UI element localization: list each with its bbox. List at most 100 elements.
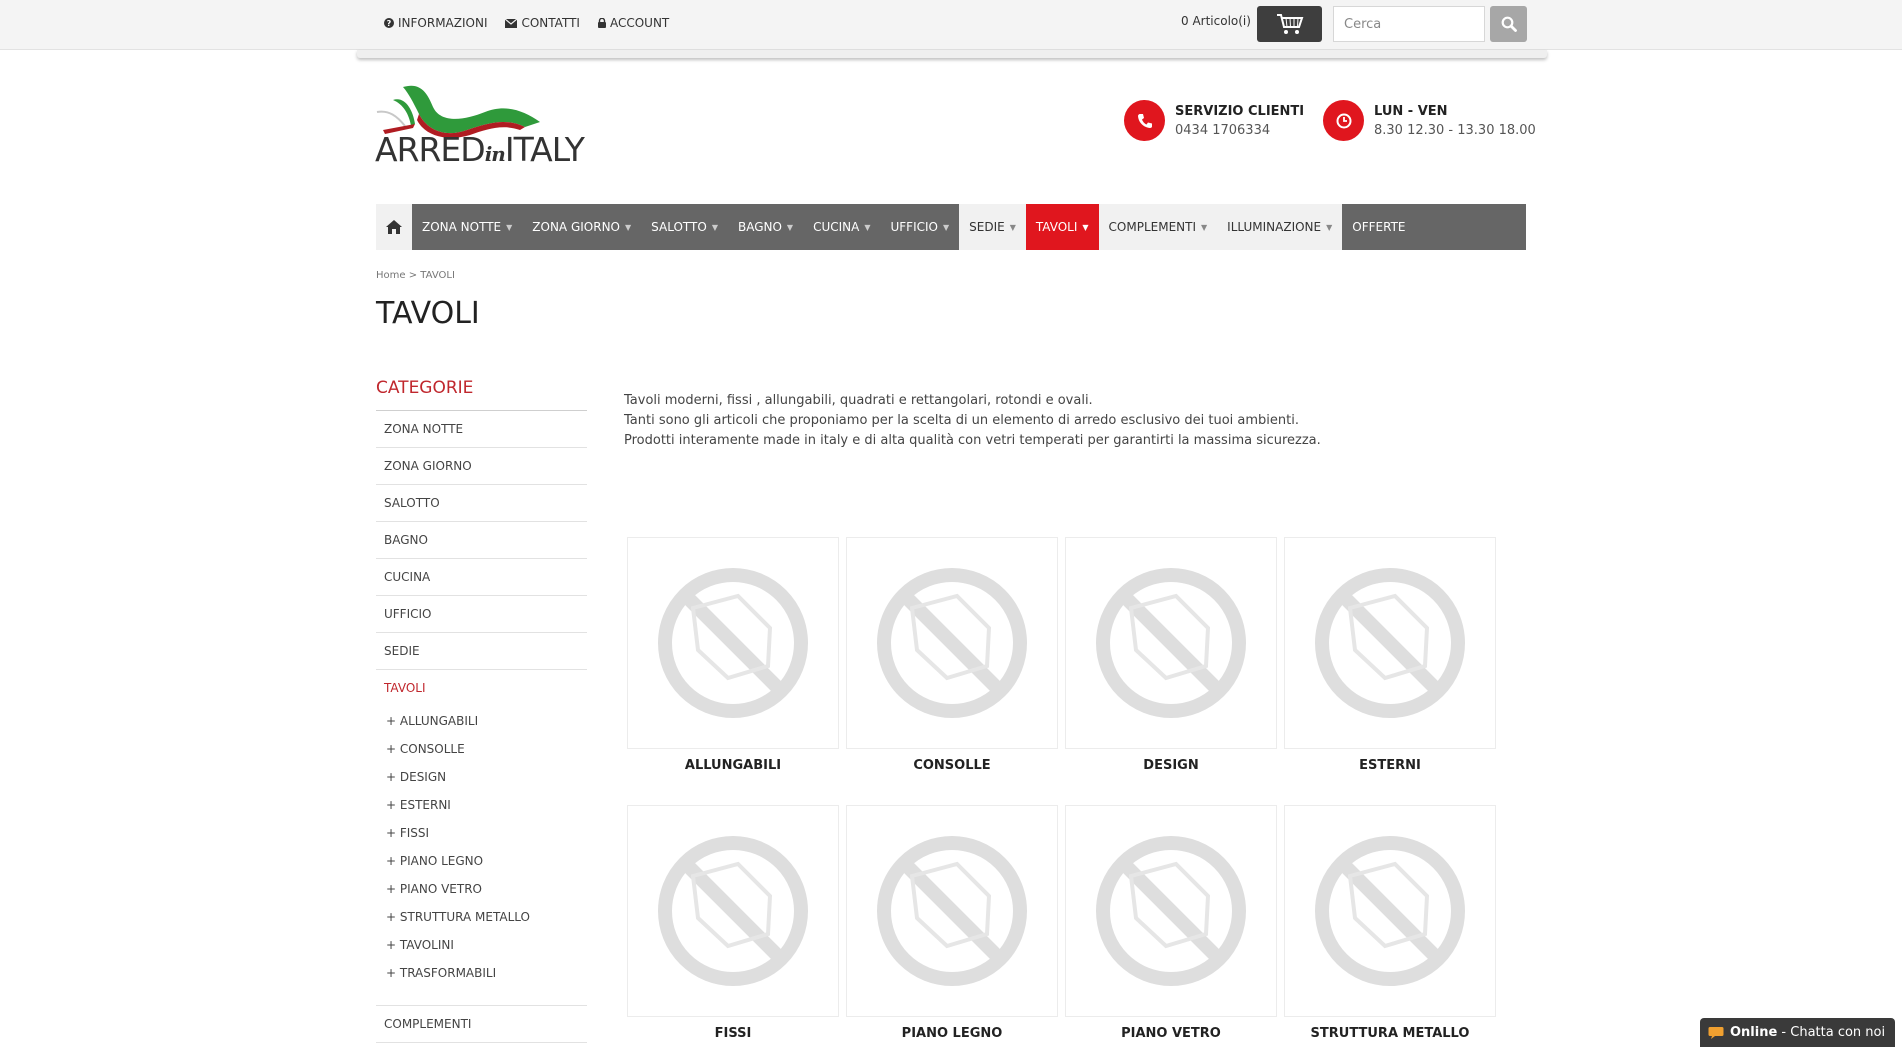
sidebar-subitem-fissi[interactable]: + FISSI [376, 819, 587, 847]
subcategory-card[interactable]: PIANO VETRO [1065, 805, 1277, 1047]
chevron-down-icon: ▼ [1009, 222, 1016, 232]
subcategory-card[interactable]: ESTERNI [1284, 537, 1496, 783]
chevron-down-icon: ▼ [711, 222, 718, 232]
nav-bagno[interactable]: BAGNO ▼ [727, 204, 804, 250]
chat-status: Online [1730, 1025, 1778, 1040]
subcategory-card[interactable]: STRUTTURA METALLO [1284, 805, 1496, 1047]
sidebar-item-cucina[interactable]: CUCINA [376, 559, 587, 596]
sidebar-item-ufficio[interactable]: UFFICIO [376, 596, 587, 633]
sidebar-subitem-piano-vetro[interactable]: + PIANO VETRO [376, 875, 587, 903]
home-icon [386, 220, 402, 234]
clock-icon [1323, 100, 1364, 141]
no-image-placeholder-icon[interactable] [1284, 537, 1496, 749]
nav-salotto[interactable]: SALOTTO ▼ [641, 204, 728, 250]
nav-zona-notte[interactable]: ZONA NOTTE ▼ [412, 204, 523, 250]
chevron-down-icon: ▼ [1326, 222, 1333, 232]
live-chat-widget[interactable]: Online - Chatta con noi [1700, 1018, 1895, 1047]
nav-illuminazione[interactable]: ILLUMINAZIONE ▼ [1217, 204, 1343, 250]
sidebar-subitem-design[interactable]: + DESIGN [376, 763, 587, 791]
nav-complementi[interactable]: COMPLEMENTI ▼ [1098, 204, 1218, 250]
description-line: Prodotti interamente made in italy e di … [624, 433, 1321, 448]
shopping-cart-icon [1276, 13, 1304, 35]
info-link[interactable]: ? INFORMAZIONI [384, 16, 487, 30]
service-phone: 0434 1706334 [1175, 122, 1271, 138]
no-image-placeholder-icon[interactable] [627, 805, 839, 1017]
sidebar-title: CATEGORIE [376, 378, 587, 411]
no-image-placeholder-icon[interactable] [846, 805, 1058, 1017]
top-bar [0, 0, 1902, 50]
chevron-down-icon: ▼ [625, 222, 632, 232]
hours-title: LUN - VEN [1374, 103, 1448, 119]
chevron-down-icon: ▼ [864, 222, 871, 232]
nav-home[interactable] [376, 204, 412, 250]
description-line: Tanti sono gli articoli che proponiamo p… [624, 413, 1299, 428]
subcategory-card[interactable]: CONSOLLE [846, 537, 1058, 783]
no-image-placeholder-icon[interactable] [846, 537, 1058, 749]
description-line: Tavoli moderni, fissi , allungabili, qua… [624, 393, 1093, 408]
subcategory-name[interactable]: PIANO VETRO [1065, 1026, 1277, 1041]
breadcrumb-current: TAVOLI [420, 270, 455, 281]
nav-offerte[interactable]: OFFERTE [1342, 204, 1416, 250]
phone-icon [1124, 100, 1165, 141]
nav-cucina[interactable]: CUCINA ▼ [803, 204, 881, 250]
subcategory-name[interactable]: ESTERNI [1284, 758, 1496, 773]
sidebar-subitem-struttura-metallo[interactable]: + STRUTTURA METALLO [376, 903, 587, 931]
chevron-down-icon: ▼ [506, 222, 513, 232]
nav-sedie[interactable]: SEDIE ▼ [959, 204, 1026, 250]
subcategory-card[interactable]: FISSI [627, 805, 839, 1047]
sidebar-item-zona-notte[interactable]: ZONA NOTTE [376, 411, 587, 448]
sidebar-subitem-allungabili[interactable]: + ALLUNGABILI [376, 707, 587, 735]
sidebar-item-complementi[interactable]: COMPLEMENTI [376, 1006, 587, 1043]
sidebar-subitem-trasformabili[interactable]: + TRASFORMABILI [376, 959, 587, 987]
sidebar-item-zona-giorno[interactable]: ZONA GIORNO [376, 448, 587, 485]
sidebar-item-tavoli[interactable]: TAVOLI [376, 670, 587, 707]
subcategory-card[interactable]: ALLUNGABILI [627, 537, 839, 783]
subcategory-name[interactable]: CONSOLLE [846, 758, 1058, 773]
search-icon [1501, 16, 1517, 32]
customer-service: SERVIZIO CLIENTI 0434 1706334 [1124, 100, 1304, 141]
subcategory-name[interactable]: ALLUNGABILI [627, 758, 839, 773]
sidebar-subitem-tavolini[interactable]: + TAVOLINI [376, 931, 587, 959]
subcategory-name[interactable]: DESIGN [1065, 758, 1277, 773]
no-image-placeholder-icon[interactable] [1065, 537, 1277, 749]
sidebar-subitem-consolle[interactable]: + CONSOLLE [376, 735, 587, 763]
category-sidebar: CATEGORIE ZONA NOTTE ZONA GIORNO SALOTTO… [376, 378, 587, 1043]
subcategory-name[interactable]: STRUTTURA METALLO [1284, 1026, 1496, 1041]
no-image-placeholder-icon[interactable] [1065, 805, 1277, 1017]
sidebar-subitem-esterni[interactable]: + ESTERNI [376, 791, 587, 819]
chevron-down-icon: ▼ [786, 222, 794, 232]
opening-hours: LUN - VEN 8.30 12.30 - 13.30 18.00 [1323, 100, 1536, 141]
site-logo[interactable]: ARREDinITALY [375, 82, 585, 177]
nav-tavoli[interactable]: TAVOLI ▼ [1025, 204, 1099, 250]
sidebar-item-salotto[interactable]: SALOTTO [376, 485, 587, 522]
contacts-link[interactable]: CONTATTI [505, 16, 580, 30]
envelope-icon [505, 18, 518, 28]
search-button[interactable] [1490, 6, 1527, 42]
nav-zona-giorno[interactable]: ZONA GIORNO ▼ [522, 204, 642, 250]
question-circle-icon: ? [384, 18, 394, 28]
breadcrumb-home[interactable]: Home [376, 270, 406, 281]
cart-count[interactable]: 0 Articolo(i) [1181, 14, 1251, 28]
service-title: SERVIZIO CLIENTI [1175, 103, 1305, 119]
subcategory-card[interactable]: PIANO LEGNO [846, 805, 1058, 1047]
subcategory-name[interactable]: FISSI [627, 1026, 839, 1041]
hours-value: 8.30 12.30 - 13.30 18.00 [1374, 122, 1536, 138]
cart-button[interactable] [1257, 6, 1322, 42]
category-description: Tavoli moderni, fissi , allungabili, qua… [624, 391, 1321, 451]
account-link[interactable]: ACCOUNT [597, 16, 670, 30]
search-input[interactable] [1333, 6, 1485, 42]
lock-icon [597, 18, 606, 28]
nav-ufficio[interactable]: UFFICIO ▼ [880, 204, 960, 250]
no-image-placeholder-icon[interactable] [1284, 805, 1496, 1017]
top-bar-ledge [357, 50, 1547, 58]
account-link-label: ACCOUNT [609, 16, 670, 30]
subcategory-card[interactable]: DESIGN [1065, 537, 1277, 783]
sidebar-item-bagno[interactable]: BAGNO [376, 522, 587, 559]
sidebar-item-sedie[interactable]: SEDIE [376, 633, 587, 670]
breadcrumb: Home > TAVOLI [376, 270, 455, 281]
no-image-placeholder-icon[interactable] [627, 537, 839, 749]
nav-filler [1415, 204, 1526, 250]
breadcrumb-separator: > [408, 270, 418, 281]
subcategory-name[interactable]: PIANO LEGNO [846, 1026, 1058, 1041]
sidebar-subitem-piano-legno[interactable]: + PIANO LEGNO [376, 847, 587, 875]
